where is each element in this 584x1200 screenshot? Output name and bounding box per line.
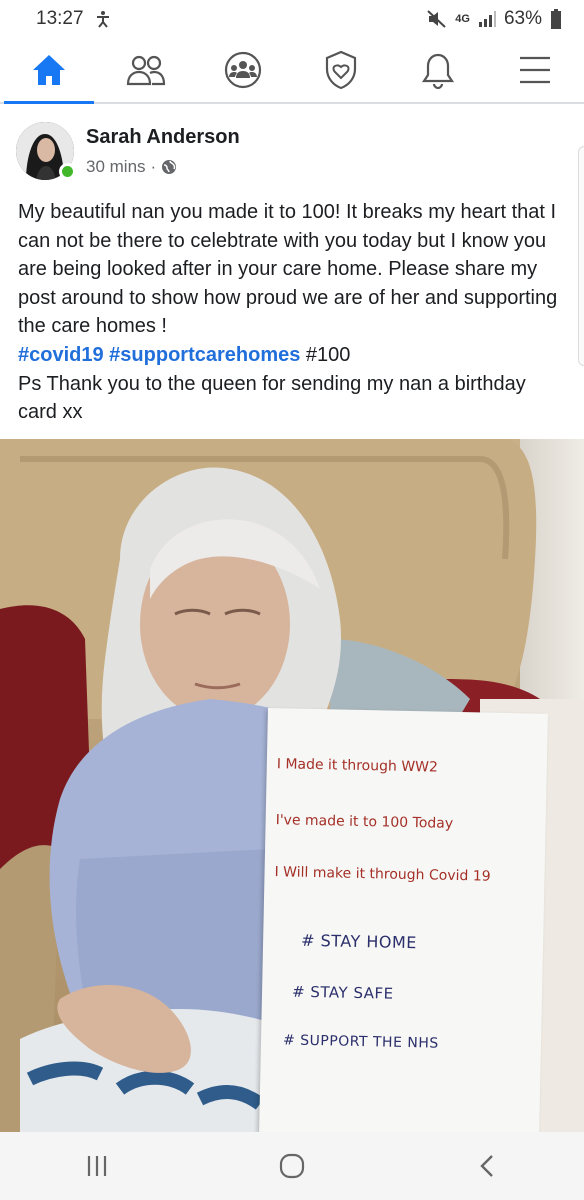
sign-line-5: # STAY SAFE	[291, 982, 394, 1003]
tab-friends[interactable]	[101, 38, 191, 102]
battery-icon	[550, 9, 562, 29]
recents-icon	[88, 1156, 107, 1176]
author-avatar[interactable]	[16, 122, 76, 180]
groups-icon	[225, 51, 262, 89]
online-status-dot	[59, 163, 76, 180]
sign-line-4: # STAY HOME	[300, 930, 418, 953]
post-body: My beautiful nan you made it to 100! It …	[18, 198, 570, 427]
tag-100: #100	[305, 343, 351, 366]
tab-groups[interactable]	[198, 38, 288, 102]
home-icon	[32, 55, 65, 85]
home-button[interactable]	[252, 1136, 332, 1196]
signal-icon	[478, 11, 496, 27]
handwritten-sign: I Made it through WW2 I've made it to 10…	[259, 708, 548, 1138]
sign-line-1: I Made it through WW2	[276, 756, 439, 776]
shield-heart-icon	[325, 50, 356, 90]
hashtag-supportcarehomes[interactable]: #supportcarehomes	[109, 344, 300, 366]
sign-line-6: # SUPPORT THE NHS	[282, 1032, 439, 1052]
menu-icon	[520, 56, 551, 84]
post-text-ps: Ps Thank you to the queen for sending my…	[18, 372, 526, 424]
recents-button[interactable]	[57, 1136, 137, 1196]
back-button[interactable]	[447, 1136, 527, 1196]
status-bar: 13:27 4G 63%	[0, 0, 584, 38]
system-navigation-bar	[0, 1132, 584, 1200]
meta-separator: ·	[150, 157, 157, 176]
status-time: 13:27	[36, 8, 84, 29]
battery-percent: 63%	[503, 8, 542, 29]
network-type: 4G	[455, 13, 470, 25]
tab-covid-info[interactable]	[296, 38, 386, 102]
sign-line-2: I've made it to 100 Today	[275, 812, 454, 832]
tab-home[interactable]	[3, 38, 94, 104]
home-circle-icon	[279, 1153, 305, 1179]
back-icon	[479, 1155, 493, 1177]
author-name[interactable]: Sarah Anderson	[86, 126, 240, 149]
friends-icon	[126, 55, 166, 86]
accessibility-icon	[94, 10, 112, 28]
tab-notifications[interactable]	[393, 38, 483, 102]
top-navigation	[0, 38, 584, 104]
post-text-main: My beautiful nan you made it to 100! It …	[18, 201, 558, 338]
hashtag-covid19[interactable]: #covid19	[18, 344, 104, 366]
bell-icon	[421, 53, 455, 89]
globe-icon	[162, 160, 177, 174]
tab-menu[interactable]	[490, 38, 580, 102]
post-timestamp[interactable]: 30 mins	[86, 157, 146, 177]
mute-icon	[427, 10, 447, 28]
sign-line-3: I Will make it through Covid 19	[274, 864, 491, 885]
scroll-indicator[interactable]	[578, 146, 584, 366]
